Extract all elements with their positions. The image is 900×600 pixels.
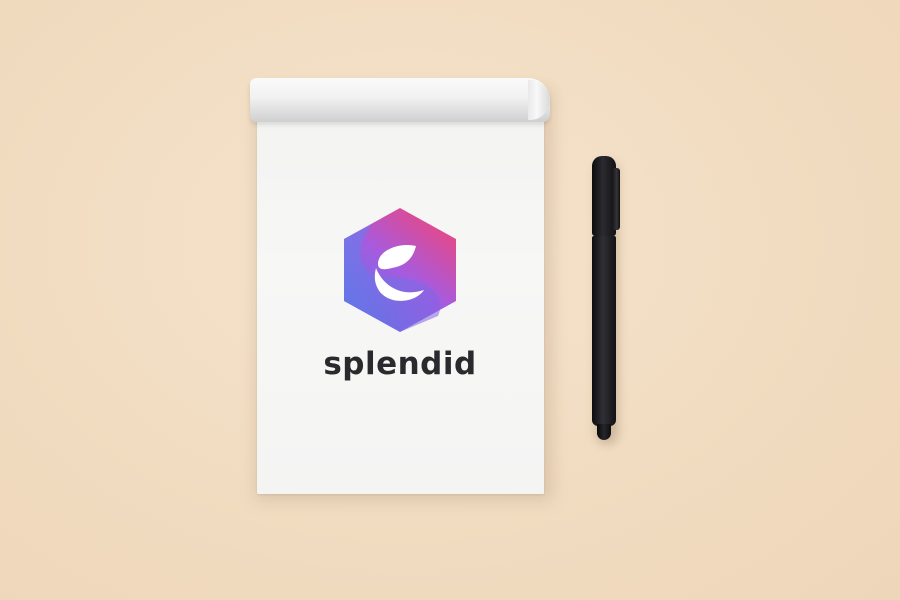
pen-clip	[612, 168, 620, 230]
splendid-logo-icon	[344, 208, 456, 332]
product-mockup-scene: splendid	[0, 0, 900, 600]
pen-tip	[597, 424, 611, 440]
pen-body	[592, 236, 616, 426]
brand-wordmark: splendid	[323, 346, 477, 382]
marker-pen	[586, 156, 626, 446]
notepad-roll-edge	[528, 80, 550, 120]
notepad-rolled-top	[250, 78, 550, 122]
